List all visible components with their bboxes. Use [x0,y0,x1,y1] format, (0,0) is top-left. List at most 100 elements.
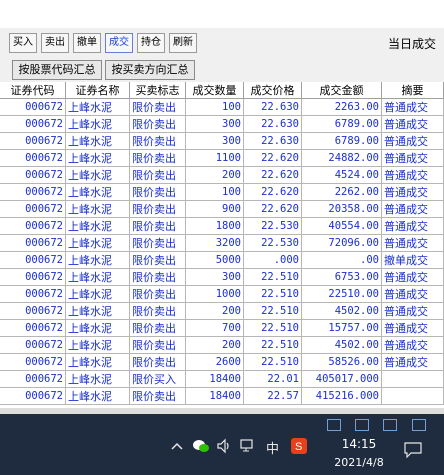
column-header[interactable]: 成交数量 [186,82,244,99]
cell-code: 000672 [0,150,66,167]
table-row[interactable]: 000672 上峰水泥 限价卖出 900 22.620 20358.00 普通成交 [0,201,444,218]
table-row[interactable]: 000672 上峰水泥 限价卖出 1100 22.620 24882.00 普通成交 [0,150,444,167]
cell-remark: 普通成交 [382,337,444,354]
table-row[interactable]: 000672 上峰水泥 限价卖出 18400 22.57 415216.000 [0,388,444,405]
cell-qty: 300 [186,116,244,133]
cell-code: 000672 [0,354,66,371]
cell-amount: 6789.00 [302,133,382,150]
cell-remark: 普通成交 [382,269,444,286]
page-title: 当日成交 [387,37,436,51]
cell-qty: 1000 [186,286,244,303]
cell-price: 22.620 [244,201,302,218]
table-row[interactable]: 000672 上峰水泥 限价卖出 2600 22.510 58526.00 普通成交 [0,354,444,371]
cell-amount: 2263.00 [302,99,382,116]
cell-name: 上峰水泥 [66,116,130,133]
column-header[interactable]: 摘要 [382,82,444,99]
trading-window: 买入 卖出 撤单 成交 持仓 刷新 当日成交 按股票代码汇总 按买卖方向汇总 证… [0,0,444,475]
cell-remark: 普通成交 [382,218,444,235]
table-row[interactable]: 000672 上峰水泥 限价买入 18400 22.01 405017.000 [0,371,444,388]
table-row[interactable]: 000672 上峰水泥 限价卖出 300 22.630 6789.00 普通成交 [0,116,444,133]
cell-side: 限价卖出 [130,218,186,235]
cell-code: 000672 [0,388,66,405]
cell-side: 限价卖出 [130,99,186,116]
cell-price: 22.620 [244,167,302,184]
cell-qty: 200 [186,167,244,184]
column-header[interactable]: 证券名称 [66,82,130,99]
table-row[interactable]: 000672 上峰水泥 限价卖出 200 22.510 4502.00 普通成交 [0,303,444,320]
column-header[interactable]: 证券代码 [0,82,66,99]
window-icon[interactable] [383,419,397,431]
cell-side: 限价卖出 [130,184,186,201]
table-row[interactable]: 000672 上峰水泥 限价卖出 1800 22.530 40554.00 普通成交 [0,218,444,235]
summary-by-direction-button[interactable]: 按买卖方向汇总 [105,60,195,80]
clock-time[interactable]: 14:15 [336,437,382,451]
cell-amount: 24882.00 [302,150,382,167]
cell-price: 22.510 [244,354,302,371]
cell-price: 22.01 [244,371,302,388]
window-icon[interactable] [327,419,341,431]
cell-qty: 18400 [186,371,244,388]
ime-icon[interactable]: 中 [266,438,279,457]
table-row[interactable]: 000672 上峰水泥 限价卖出 200 22.510 4502.00 普通成交 [0,337,444,354]
network-icon[interactable] [240,439,256,457]
cell-remark: 普通成交 [382,286,444,303]
table-row[interactable]: 000672 上峰水泥 限价卖出 3200 22.530 72096.00 普通成交 [0,235,444,252]
column-header[interactable]: 买卖标志 [130,82,186,99]
cell-code: 000672 [0,218,66,235]
sell-button[interactable]: 卖出 [41,33,69,53]
cell-name: 上峰水泥 [66,320,130,337]
cancel-order-button[interactable]: 撤单 [73,33,101,53]
cell-side: 限价卖出 [130,337,186,354]
cell-price: 22.510 [244,337,302,354]
refresh-button[interactable]: 刷新 [169,33,197,53]
cell-name: 上峰水泥 [66,167,130,184]
cell-qty: 200 [186,337,244,354]
cell-code: 000672 [0,252,66,269]
cell-side: 限价卖出 [130,320,186,337]
buy-button[interactable]: 买入 [9,33,37,53]
monitor-icon[interactable] [355,419,369,431]
cell-amount: 15757.00 [302,320,382,337]
notification-icon[interactable] [404,442,422,462]
cell-name: 上峰水泥 [66,99,130,116]
cell-price: 22.510 [244,269,302,286]
table-row[interactable]: 000672 上峰水泥 限价卖出 100 22.630 2263.00 普通成交 [0,99,444,116]
cell-qty: 100 [186,184,244,201]
cell-qty: 3200 [186,235,244,252]
cell-side: 限价卖出 [130,303,186,320]
table-row[interactable]: 000672 上峰水泥 限价卖出 5000.000.00 撤单成交 [0,252,444,269]
trades-button[interactable]: 成交 [105,33,133,53]
sogou-icon[interactable]: S [291,438,307,458]
cell-qty: 18400 [186,388,244,405]
cell-amount: 4524.00 [302,167,382,184]
cell-qty: 5000 [186,252,244,269]
positions-button[interactable]: 持仓 [137,33,165,53]
cell-code: 000672 [0,286,66,303]
cell-code: 000672 [0,116,66,133]
table-row[interactable]: 000672 上峰水泥 限价卖出 200 22.620 4524.00 普通成交 [0,167,444,184]
cell-name: 上峰水泥 [66,388,130,405]
table-row[interactable]: 000672 上峰水泥 限价卖出 1000 22.510 22510.00 普通成交 [0,286,444,303]
cell-code: 000672 [0,184,66,201]
chevron-up-icon[interactable] [171,440,183,455]
volume-icon[interactable] [216,438,232,458]
window-icon[interactable] [412,419,426,431]
cell-code: 000672 [0,201,66,218]
table-row[interactable]: 000672 上峰水泥 限价卖出 300 22.510 6753.00 普通成交 [0,269,444,286]
column-header[interactable]: 成交价格 [244,82,302,99]
cell-price: 22.510 [244,320,302,337]
wechat-icon[interactable] [192,438,210,458]
table-row[interactable]: 000672 上峰水泥 限价卖出 100 22.620 2262.00 普通成交 [0,184,444,201]
clock-date[interactable]: 2021/4/8 [326,456,392,469]
cell-code: 000672 [0,337,66,354]
cell-code: 000672 [0,269,66,286]
column-header[interactable]: 成交金额 [302,82,382,99]
cell-amount: 58526.00 [302,354,382,371]
cell-name: 上峰水泥 [66,337,130,354]
cell-price: 22.630 [244,116,302,133]
cell-qty: 2600 [186,354,244,371]
table-row[interactable]: 000672 上峰水泥 限价卖出 700 22.510 15757.00 普通成交 [0,320,444,337]
taskbar: 中 S 14:15 2021/4/8 [0,414,444,475]
summary-by-code-button[interactable]: 按股票代码汇总 [12,60,102,80]
table-row[interactable]: 000672 上峰水泥 限价卖出 300 22.630 6789.00 普通成交 [0,133,444,150]
